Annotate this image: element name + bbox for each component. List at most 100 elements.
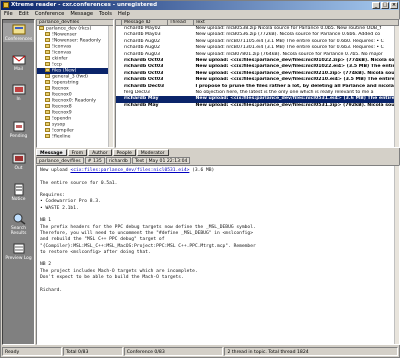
status-conference: Conference 0/83: [123, 347, 224, 356]
search-results-icon: [13, 213, 25, 225]
menu-message[interactable]: Message: [70, 10, 93, 18]
tree-item-label: !Nowenser: Readonly: [52, 38, 101, 44]
folder-icon: [39, 26, 44, 30]
menu-tools[interactable]: Tools: [99, 10, 112, 18]
tree-item-label: !flexline: [52, 134, 71, 140]
column-header-message-id[interactable]: Message ID: [122, 20, 168, 25]
window-title: Xtreme reader - cxr.conferences - unregi…: [11, 2, 158, 8]
folder-icon: [45, 32, 50, 36]
tree-item-label: !opendn: [52, 116, 72, 122]
tree-item-label: sysop: [52, 122, 66, 128]
folder-icon: [45, 134, 50, 138]
tree-item-label: ltecnox0: [52, 92, 72, 98]
folder-icon: [45, 68, 50, 72]
tree-item-label: ltecnox9: [52, 110, 72, 116]
tree-item-label: files (New): [52, 68, 77, 74]
message-row[interactable]: richardb May New upload: <cix:files:parla…: [116, 103, 399, 109]
folder-icon: [45, 92, 50, 96]
message-from: richardb May: [123, 102, 159, 108]
folder-icon: [45, 50, 50, 54]
sidebar-item-label: Out: [14, 166, 23, 171]
sidebar-item-label: Search Results: [10, 226, 27, 236]
tree-item[interactable]: !flexline: [37, 134, 113, 140]
menu-file[interactable]: File: [4, 10, 13, 18]
tab-message[interactable]: Message: [36, 149, 67, 156]
tab-from[interactable]: From: [67, 149, 88, 156]
folder-icon: [45, 122, 50, 126]
tree-item-label: ltecnox8: [52, 104, 72, 110]
conferences-icon: [12, 24, 25, 35]
tree-item-label: !iconvas: [52, 50, 72, 56]
minimize-button[interactable]: _: [372, 2, 380, 9]
message-body-scrollbar[interactable]: [394, 166, 399, 344]
preview-log-icon: [13, 243, 24, 254]
folder-icon: [45, 80, 50, 84]
message-tabs: Message From Author People Moderator: [36, 149, 400, 156]
sidebar-item-search-results[interactable]: Search Results: [3, 212, 34, 236]
tab-moderator[interactable]: Moderator: [136, 149, 169, 156]
message-body: New upload <cix:files:parlance_dev/files…: [36, 165, 400, 345]
message-thread: [168, 103, 194, 109]
message-link[interactable]: <cix:files:parlance_dev/files:nicl0531.e…: [70, 168, 189, 173]
sidebar-item-label: Conferences: [4, 37, 33, 42]
header-author: richardb: [105, 157, 131, 164]
status-bar: Ready Total 0/83 Conference 0/83 2 threa…: [1, 346, 399, 357]
menu-conference[interactable]: Conference: [35, 10, 65, 18]
sidebar-item-in[interactable]: In: [3, 83, 34, 102]
menu-help[interactable]: Help: [118, 10, 130, 18]
header-conference: parlance_dev/files: [36, 157, 84, 164]
sidebar-item-out[interactable]: Out: [3, 152, 34, 171]
sidebar-item-label: In: [16, 97, 21, 102]
status-total: Total 0/83: [62, 347, 123, 356]
sidebar-item-label: Preview Log: [5, 256, 32, 261]
folder-icon: [45, 116, 50, 120]
pending-icon: [13, 121, 24, 132]
status-ready: Ready: [2, 347, 62, 356]
sidebar-item-notice[interactable]: Notice: [3, 183, 34, 202]
maximize-button[interactable]: □: [381, 2, 389, 9]
folder-icon: [45, 38, 50, 42]
tree-item-label: ltecnox: [52, 86, 69, 92]
sidebar-item-label: Notice: [11, 197, 26, 202]
header-date: Text | May 01 22:13:04: [131, 157, 191, 164]
sidebar-item-conferences[interactable]: Conferences: [3, 23, 34, 42]
folder-icon: [45, 104, 50, 108]
close-button[interactable]: ×: [390, 2, 398, 9]
inbox-icon: [12, 84, 25, 95]
tree-item-label: !ccp: [52, 62, 62, 68]
menu-bar: File Edit Conference Message Tools Help: [1, 10, 399, 18]
folder-icon: [45, 74, 50, 78]
status-threads: 2 thread in topic. Total thread 1824: [224, 347, 399, 356]
tree-item-label: !openstring: [52, 80, 79, 86]
sidebar: Conferences Mail In Pending Out Notice S…: [2, 19, 35, 345]
column-header-thread[interactable]: Thread: [168, 20, 194, 25]
title-bar: Xtreme reader - cxr.conferences - unregi…: [1, 1, 399, 10]
sidebar-item-pending[interactable]: Pending: [3, 120, 34, 139]
message-list: Message ID Thread Text richardb May02 New…: [115, 19, 400, 148]
message-header-bar: parlance_dev/files # 135 richardb Text |…: [36, 157, 400, 164]
tree-item-label: !compiler: [52, 128, 74, 134]
tree-item-label: ltecnox0: Readonly: [52, 98, 96, 104]
message-list-scrollbar[interactable]: [394, 26, 399, 147]
tree-item-label: !Nowenser: [52, 32, 77, 38]
tree-item-label: parlance_dev (rkcs): [46, 26, 92, 32]
column-header-text[interactable]: Text: [194, 20, 399, 25]
folder-icon: [45, 98, 50, 102]
folder-icon: [45, 56, 50, 60]
tab-author[interactable]: Author: [88, 149, 112, 156]
tab-people[interactable]: People: [112, 149, 136, 156]
conference-tree: parlance_devfiles parlance_dev (rkcs) !No…: [36, 19, 114, 148]
sidebar-item-mail[interactable]: Mail: [3, 53, 34, 72]
tree-item-label: general_3 (fwd): [52, 74, 88, 80]
message-body-line: Richard.: [40, 287, 63, 293]
tree-scrollbar[interactable]: [108, 26, 113, 147]
mail-icon: [12, 55, 25, 65]
folder-icon: [45, 110, 50, 114]
header-number: # 135: [84, 157, 105, 164]
sidebar-item-preview-log[interactable]: Preview Log: [3, 242, 34, 261]
folder-icon: [45, 86, 50, 90]
tree-item-label: ckinfer: [52, 56, 68, 62]
menu-edit[interactable]: Edit: [19, 10, 29, 18]
folder-icon: [45, 62, 50, 66]
app-icon: [3, 2, 9, 8]
